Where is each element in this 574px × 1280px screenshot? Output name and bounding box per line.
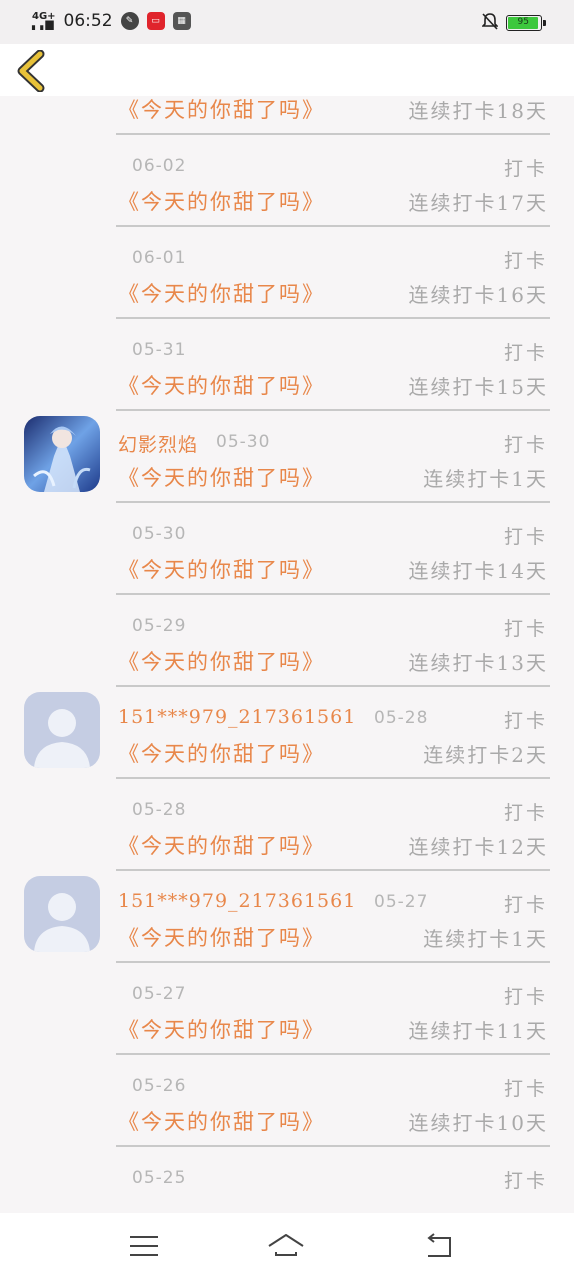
checkin-date: 05-31 (132, 340, 187, 360)
feed-row[interactable]: 打卡《今天的你甜了吗》连续打卡18天 (0, 96, 574, 135)
streak-count: 连续打卡1天 (423, 467, 548, 491)
menu-button[interactable] (124, 1231, 164, 1263)
book-title[interactable]: 《今天的你甜了吗》 (118, 738, 325, 768)
nav-header (0, 44, 574, 96)
username[interactable]: 151***979_217361561 (118, 706, 356, 728)
feed-row[interactable]: 05-25 打卡 (0, 1134, 574, 1213)
feed-row[interactable]: 06-01 打卡《今天的你甜了吗》 连续打卡16天 (0, 214, 574, 319)
app-notification-icon-2: ▦ (172, 12, 191, 30)
streak-count: 连续打卡13天 (408, 651, 548, 675)
book-title[interactable]: 《今天的你甜了吗》 (118, 830, 325, 860)
avatar[interactable] (24, 692, 100, 768)
checkin-action: 打卡 (503, 894, 548, 916)
feed-row[interactable]: 151***979_217361561 05-28 打卡《今天的你甜了吗》 连续打卡2… (0, 674, 574, 779)
status-bar: 4G+ ▖▗▐█ 06:52 ✎ ▭ ▦ 95 (0, 0, 574, 44)
return-button[interactable] (418, 1231, 458, 1263)
app-notification-icon: ▭ (146, 12, 165, 30)
feed-row[interactable]: 06-02 打卡《今天的你甜了吗》 连续打卡17天 (0, 122, 574, 227)
book-title[interactable]: 《今天的你甜了吗》 (118, 1106, 325, 1136)
checkin-date: 05-26 (132, 1076, 187, 1096)
checkin-action: 打卡 (503, 342, 548, 364)
checkin-action: 打卡 (503, 1170, 548, 1192)
checkin-date: 05-25 (132, 1168, 187, 1188)
book-title[interactable]: 《今天的你甜了吗》 (118, 370, 325, 400)
back-button[interactable] (14, 49, 50, 93)
checkin-action: 打卡 (503, 618, 548, 640)
book-title[interactable]: 《今天的你甜了吗》 (118, 462, 325, 492)
checkin-date: 05-29 (132, 616, 187, 636)
feed-row[interactable]: 05-29 打卡《今天的你甜了吗》 连续打卡13天 (0, 582, 574, 687)
streak-count: 连续打卡2天 (423, 743, 548, 767)
username[interactable]: 幻影烈焰 (118, 430, 198, 457)
checkin-date: 05-27 (374, 892, 429, 912)
mute-icon (481, 12, 499, 34)
checkin-date: 05-28 (374, 708, 429, 728)
checkin-date: 05-30 (132, 524, 187, 544)
book-title[interactable]: 《今天的你甜了吗》 (118, 922, 325, 952)
checkin-action: 打卡 (503, 434, 548, 456)
checkin-date: 05-27 (132, 984, 187, 1004)
checkin-date: 06-02 (132, 156, 187, 176)
system-nav-bar (0, 1213, 574, 1280)
checkin-action: 打卡 (503, 250, 548, 272)
feed-row[interactable]: 05-27 打卡《今天的你甜了吗》 连续打卡11天 (0, 950, 574, 1055)
book-title[interactable]: 《今天的你甜了吗》 (118, 96, 325, 124)
book-title[interactable]: 《今天的你甜了吗》 (118, 186, 325, 216)
streak-count: 连续打卡15天 (408, 375, 548, 399)
feed-row[interactable]: 05-30 打卡《今天的你甜了吗》 连续打卡14天 (0, 490, 574, 595)
status-time: 06:52 (63, 11, 113, 31)
signal-icon: 4G+ ▖▗▐█ (32, 11, 56, 31)
home-button[interactable] (266, 1231, 306, 1263)
streak-count: 连续打卡14天 (408, 559, 548, 583)
streak-count: 连续打卡1天 (423, 927, 548, 951)
feed-row[interactable]: 05-31 打卡《今天的你甜了吗》 连续打卡15天 (0, 306, 574, 411)
network-type: 4G+ (32, 11, 56, 22)
streak-count: 连续打卡10天 (408, 1111, 548, 1135)
menu-icon (130, 1236, 158, 1256)
book-title[interactable]: 《今天的你甜了吗》 (118, 1014, 325, 1044)
book-title[interactable]: 《今天的你甜了吗》 (118, 278, 325, 308)
feed-row[interactable]: 幻影烈焰 05-30 打卡《今天的你甜了吗》 连续打卡1天 (0, 398, 574, 503)
checkin-date: 06-01 (132, 248, 187, 268)
book-title[interactable]: 《今天的你甜了吗》 (118, 554, 325, 584)
feed-row[interactable]: 05-26 打卡《今天的你甜了吗》 连续打卡10天 (0, 1042, 574, 1147)
checkin-action: 打卡 (503, 526, 548, 548)
checkin-action: 打卡 (503, 986, 548, 1008)
streak-count: 连续打卡18天 (408, 99, 548, 123)
compass-icon: ✎ (120, 12, 139, 30)
checkin-action: 打卡 (503, 158, 548, 180)
streak-count: 连续打卡11天 (408, 1019, 548, 1043)
avatar[interactable] (24, 876, 100, 952)
book-title[interactable]: 《今天的你甜了吗》 (118, 646, 325, 676)
checkin-action: 打卡 (503, 710, 548, 732)
battery-level: 95 (508, 17, 539, 29)
streak-count: 连续打卡16天 (408, 283, 548, 307)
return-icon (427, 1233, 451, 1257)
checkin-feed[interactable]: 打卡《今天的你甜了吗》连续打卡18天06-02打卡《今天的你甜了吗》连续打卡17… (0, 96, 574, 1213)
feed-row[interactable]: 05-28 打卡《今天的你甜了吗》 连续打卡12天 (0, 766, 574, 871)
checkin-date: 05-28 (132, 800, 187, 820)
checkin-date: 05-30 (216, 432, 271, 452)
chevron-left-icon (17, 49, 45, 93)
username[interactable]: 151***979_217361561 (118, 890, 356, 912)
home-icon (268, 1234, 304, 1256)
streak-count: 连续打卡12天 (408, 835, 548, 859)
feed-row[interactable]: 151***979_217361561 05-27 打卡《今天的你甜了吗》 连续打卡1… (0, 858, 574, 963)
checkin-action: 打卡 (503, 1078, 548, 1100)
battery-icon: 95 (506, 15, 546, 31)
avatar[interactable] (24, 416, 100, 492)
streak-count: 连续打卡17天 (408, 191, 548, 215)
checkin-action: 打卡 (503, 802, 548, 824)
